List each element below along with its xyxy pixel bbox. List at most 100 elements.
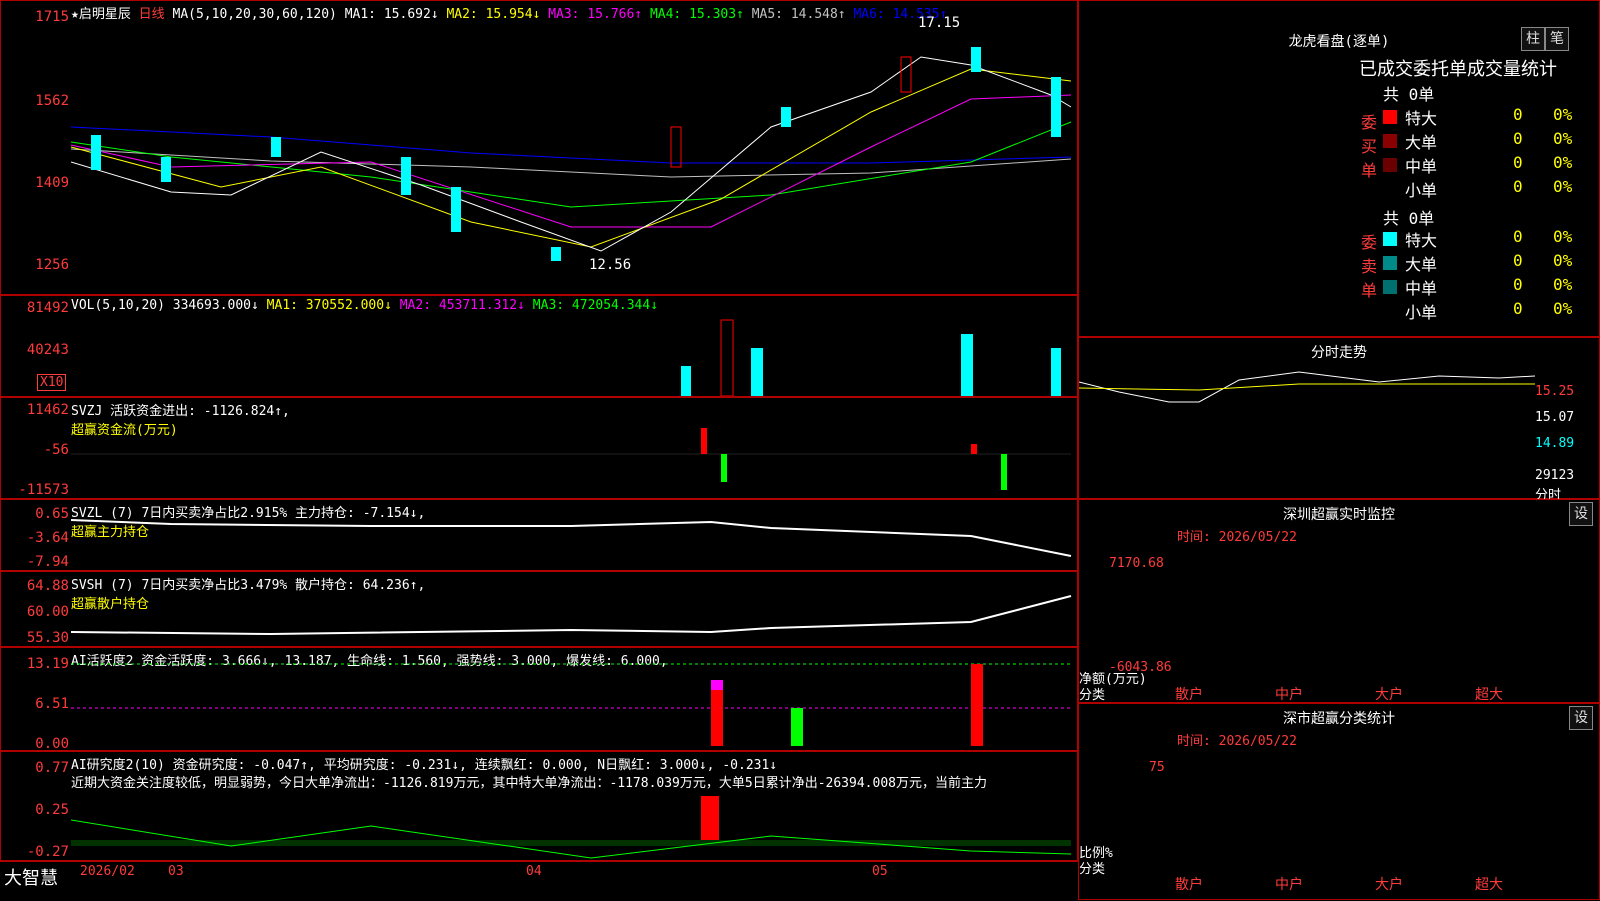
row-percent: 0% [1553, 153, 1573, 172]
svzj-bars [71, 428, 1071, 490]
settings-button[interactable]: 设 [1569, 502, 1593, 526]
intraday-y: 15.25 [1535, 384, 1575, 399]
ai2-header: AI研究度2(10) 资金研究度: -0.047↑, 平均研究度: -0.231… [71, 758, 778, 773]
category-item: 超大 [1475, 687, 1503, 703]
category-label: 分类 [1079, 862, 1106, 877]
svsh-panel[interactable]: SVSH (7) 7日内买卖净占比3.479% 散户持仓: 64.236↑, 超… [0, 571, 1078, 647]
category-item: 散户 [1175, 877, 1203, 893]
legend-swatch [1383, 182, 1397, 196]
y-tick: 60.00 [26, 604, 69, 620]
y-tick: 0.25 [35, 802, 69, 818]
ai-activity-bars [71, 663, 1071, 746]
high-label: 17.15 [918, 15, 961, 31]
settings-button[interactable]: 设 [1569, 706, 1593, 730]
sz-class-panel[interactable]: 深市超赢分类统计 设 时间: 2026/05/22 75 比例% 分类 散户 中户… [1078, 703, 1600, 900]
row-value: 0 [1513, 105, 1523, 124]
sz-monitor-panel[interactable]: 深圳超赢实时监控 设 时间: 2026/05/22 7170.68 -6043.… [1078, 499, 1600, 703]
row-name: 小单 [1405, 303, 1438, 322]
y-tick: 64.88 [26, 578, 69, 594]
order-row: 中单 0 0% [1383, 153, 1593, 177]
svsh-line [71, 595, 1072, 636]
y-tick: 40243 [26, 342, 69, 358]
svzj-header: SVZJ 活跃资金进出: -1126.824↑, [71, 404, 290, 419]
y-tick: 7170.68 [1109, 556, 1164, 571]
order-row: 特大 0 0% [1383, 227, 1593, 251]
ai-research-bars [71, 796, 1072, 859]
category-item: 中户 [1275, 877, 1303, 893]
category-item: 超大 [1475, 877, 1503, 893]
svzj-panel[interactable]: SVZJ 活跃资金进出: -1126.824↑, 超赢资金流(万元) 11462… [0, 397, 1078, 499]
y-tick: 1715 [35, 9, 69, 25]
legend-swatch [1383, 232, 1397, 246]
row-value: 0 [1513, 251, 1523, 270]
ai2-text: 近期大资金关注度较低，明显弱势，今日大单净流出：-1126.819万元，其中特大… [71, 776, 987, 791]
y-tick: 0.00 [35, 736, 69, 752]
row-percent: 0% [1553, 105, 1573, 124]
row-value: 0 [1513, 275, 1523, 294]
y-tick: 55.30 [26, 630, 69, 646]
y-tick: 1256 [35, 257, 69, 273]
volume-panel[interactable]: VOL(5,10,20) 334693.000↓ MA1: 370552.000… [0, 295, 1078, 397]
order-row: 中单 0 0% [1383, 275, 1593, 299]
y-tick: 1562 [35, 93, 69, 109]
buy-side-label: 委买单 [1361, 113, 1378, 180]
kline-chart[interactable] [71, 17, 1076, 292]
intraday-chart [1079, 371, 1536, 403]
category-item: 散户 [1175, 687, 1203, 703]
row-name: 小单 [1405, 181, 1438, 200]
order-row: 大单 0 0% [1383, 129, 1593, 153]
ai-research-panel[interactable]: AI研究度2(10) 资金研究度: -0.047↑, 平均研究度: -0.231… [0, 751, 1078, 861]
legend-swatch [1383, 134, 1397, 148]
category-item: 大户 [1375, 877, 1403, 893]
low-label: 12.56 [589, 257, 632, 273]
y-tick: -7.94 [26, 554, 69, 570]
sell-total: 共 0单 [1383, 209, 1435, 228]
row-name: 中单 [1405, 279, 1438, 298]
y-tick: 75 [1149, 760, 1165, 775]
row-name: 特大 [1405, 109, 1438, 128]
row-name: 大单 [1405, 133, 1438, 152]
order-row: 小单 0 0% [1383, 299, 1593, 323]
category-item: 大户 [1375, 687, 1403, 703]
row-value: 0 [1513, 129, 1523, 148]
intraday-panel[interactable]: 分时走势 15.25 15.07 14.89 29123 分时 [1078, 337, 1600, 503]
y-tick: 11462 [26, 402, 69, 418]
y-tick: 1409 [35, 175, 69, 191]
row-value: 0 [1513, 299, 1523, 318]
y-tick: -56 [43, 442, 69, 458]
intraday-y: 29123 [1535, 468, 1575, 483]
row-name: 大单 [1405, 255, 1438, 274]
y-tick: -3.64 [26, 530, 69, 546]
order-row: 特大 0 0% [1383, 105, 1593, 129]
volume-bars [681, 319, 1061, 396]
legend-swatch [1383, 280, 1397, 294]
kline-panel[interactable]: ★启明星辰 日线 MA(5,10,20,30,60,120) MA1: 15.6… [0, 0, 1078, 295]
time-label: 时间: 2026/05/22 [1177, 530, 1297, 545]
buy-total: 共 0单 [1383, 85, 1435, 104]
y-tick: 0.65 [35, 506, 69, 522]
order-row: 小单 0 0% [1383, 177, 1593, 201]
intraday-y: 14.89 [1535, 436, 1575, 451]
vol-unit: X10 [37, 374, 67, 391]
order-row: 大单 0 0% [1383, 251, 1593, 275]
row-name: 特大 [1405, 231, 1438, 250]
row-value: 0 [1513, 177, 1523, 196]
category-label: 分类 [1079, 688, 1106, 703]
row-percent: 0% [1553, 177, 1573, 196]
row-percent: 0% [1553, 299, 1573, 318]
tick-mode-button[interactable]: 笔 [1545, 27, 1569, 51]
y-tick: 0.77 [35, 760, 69, 776]
dragon-tiger-panel[interactable]: 龙虎看盘(逐单) 柱 笔 已成交委托单成交量统计 委买单 委卖单 共 0单 共 … [1078, 0, 1600, 337]
x-label: 03 [168, 864, 184, 879]
x-label: 04 [526, 864, 542, 879]
ai-activity-panel[interactable]: AI活跃度2 资金活跃度: 3.666↓, 13.187, 生命线: 1.560… [0, 647, 1078, 752]
legend-swatch [1383, 158, 1397, 172]
legend-swatch [1383, 110, 1397, 124]
svzl-panel[interactable]: SVZL (7) 7日内买卖净占比2.915% 主力持仓: -7.154↓, 超… [0, 499, 1078, 571]
intraday-y: 15.07 [1535, 410, 1575, 425]
x-label: 05 [872, 864, 888, 879]
row-name: 中单 [1405, 157, 1438, 176]
bar-mode-button[interactable]: 柱 [1521, 27, 1545, 51]
y-tick: 13.19 [26, 656, 69, 672]
x-label: 2026/02 [80, 864, 135, 879]
